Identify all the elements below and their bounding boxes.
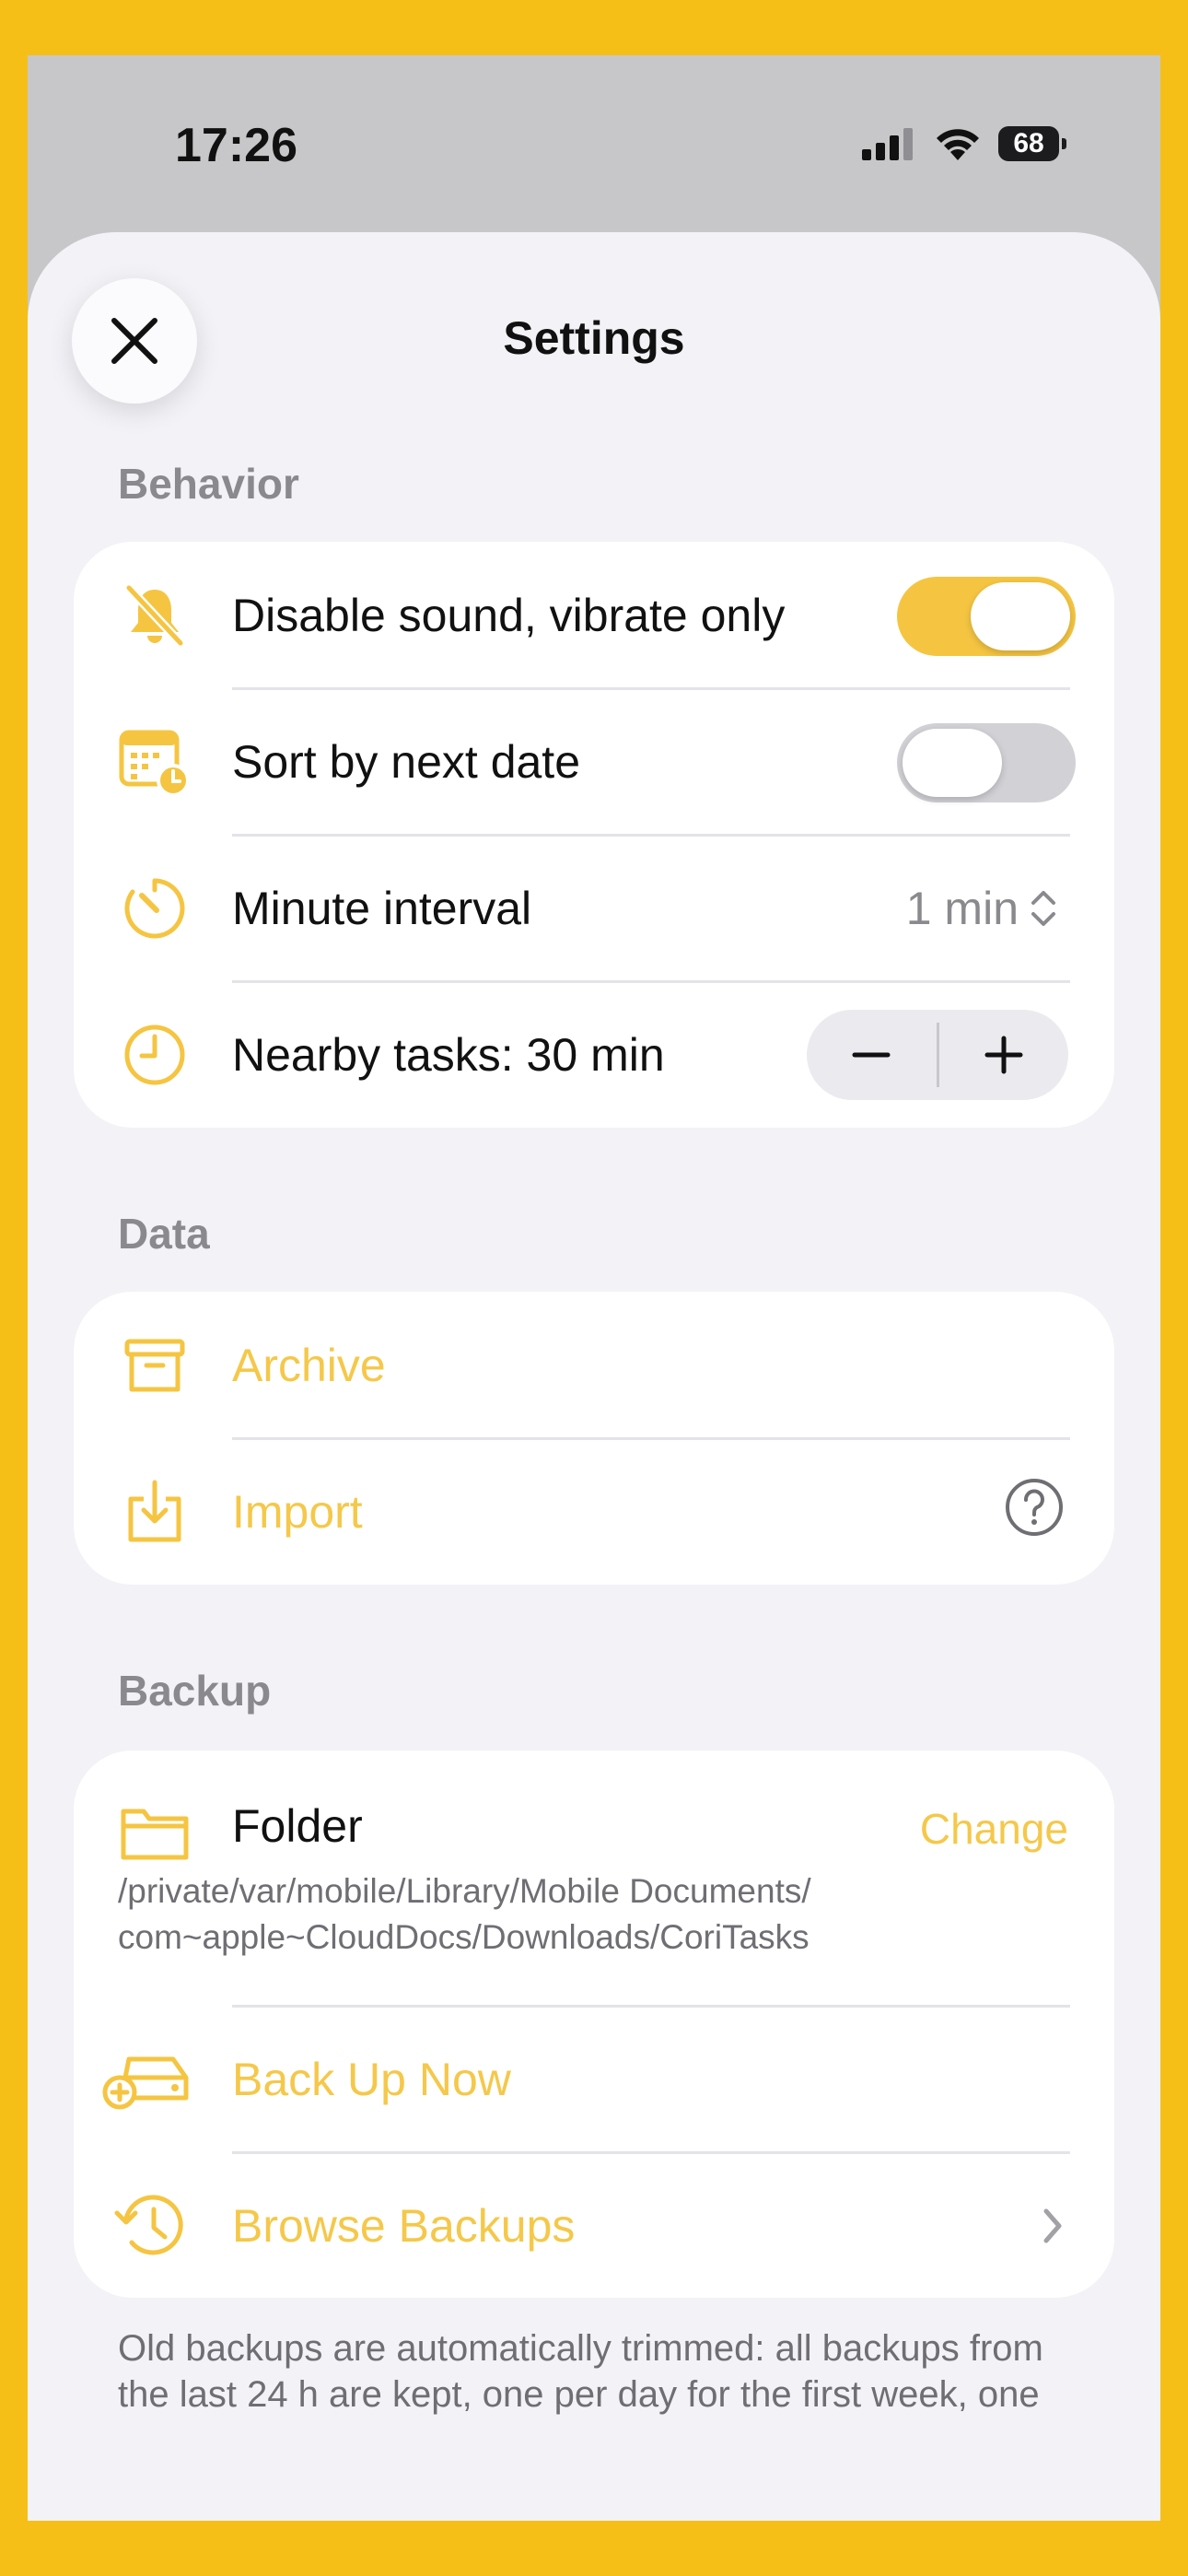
back-up-now-row[interactable]: Back Up Now [74, 2006, 1114, 2152]
section-label-backup: Backup [118, 1667, 272, 1715]
minute-interval-picker[interactable]: 1 min [906, 882, 1057, 935]
section-label-data: Data [118, 1210, 210, 1258]
increment-button[interactable] [939, 1010, 1069, 1100]
phone-screen: 17:26 68 Settings Behavior Disable sound… [28, 55, 1160, 2521]
sort-by-date-row: Sort by next date [74, 688, 1114, 835]
bell-slash-icon [118, 579, 192, 652]
section-label-behavior: Behavior [118, 460, 299, 508]
chevron-right-icon [1043, 2208, 1062, 2242]
minute-interval-label: Minute interval [232, 882, 532, 934]
help-button[interactable] [1002, 1475, 1066, 1540]
plus-icon [984, 1036, 1023, 1074]
chevron-up-down-icon [1031, 890, 1055, 926]
disable-sound-row: Disable sound, vibrate only [74, 542, 1114, 688]
sort-by-date-label: Sort by next date [232, 735, 581, 788]
data-card: Archive Import [74, 1292, 1114, 1585]
back-up-now-label: Back Up Now [232, 2053, 511, 2105]
folder-label: Folder [232, 1800, 363, 1852]
question-circle-icon [1006, 1479, 1063, 1536]
minus-icon [852, 1052, 891, 1058]
disable-sound-toggle[interactable] [897, 577, 1076, 656]
calendar-clock-icon [118, 725, 192, 799]
status-bar: 17:26 68 [28, 55, 1160, 230]
import-label: Import [232, 1485, 363, 1538]
close-icon [111, 318, 157, 364]
history-clock-icon [107, 2189, 193, 2263]
nearby-tasks-row: Nearby tasks: 30 min [74, 981, 1114, 1128]
sort-by-date-toggle[interactable] [897, 723, 1076, 802]
archive-box-icon [118, 1329, 192, 1402]
decrement-button[interactable] [807, 1010, 937, 1100]
settings-sheet: Settings Behavior Disable sound, vibrate… [28, 232, 1160, 2521]
folder-row: Folder Change /private/var/mobile/Librar… [74, 1751, 1114, 2005]
backup-retention-note: Old backups are automatically trimmed: a… [118, 2328, 1043, 2425]
change-folder-button[interactable]: Change [920, 1804, 1068, 1854]
browse-backups-label: Browse Backups [232, 2199, 576, 2252]
battery-icon: 68 [998, 126, 1066, 161]
nearby-tasks-label: Nearby tasks: 30 min [232, 1028, 665, 1081]
wifi-icon [937, 129, 979, 160]
archive-label: Archive [232, 1339, 386, 1391]
browse-backups-row[interactable]: Browse Backups [74, 2152, 1114, 2298]
backup-card: Folder Change /private/var/mobile/Librar… [74, 1751, 1114, 2298]
behavior-card: Disable sound, vibrate only Sort by next… [74, 542, 1114, 1128]
cellular-signal-icon [862, 128, 913, 160]
status-time: 17:26 [175, 119, 297, 172]
folder-path: /private/var/mobile/Library/Mobile Docum… [118, 1872, 811, 1956]
import-tray-icon [118, 1475, 192, 1549]
drive-add-icon [101, 2043, 193, 2116]
disable-sound-label: Disable sound, vibrate only [232, 589, 786, 641]
archive-row[interactable]: Archive [74, 1292, 1114, 1438]
status-icons: 68 [862, 125, 1066, 162]
clock-icon [118, 1018, 192, 1092]
import-row[interactable]: Import [74, 1438, 1114, 1585]
minute-interval-row[interactable]: Minute interval 1 min [74, 835, 1114, 981]
timer-icon [118, 872, 192, 945]
close-button[interactable] [72, 278, 197, 404]
folder-icon [118, 1797, 192, 1870]
nearby-tasks-stepper [807, 1010, 1068, 1100]
minute-interval-value: 1 min [905, 882, 1019, 934]
page-title: Settings [503, 312, 685, 364]
